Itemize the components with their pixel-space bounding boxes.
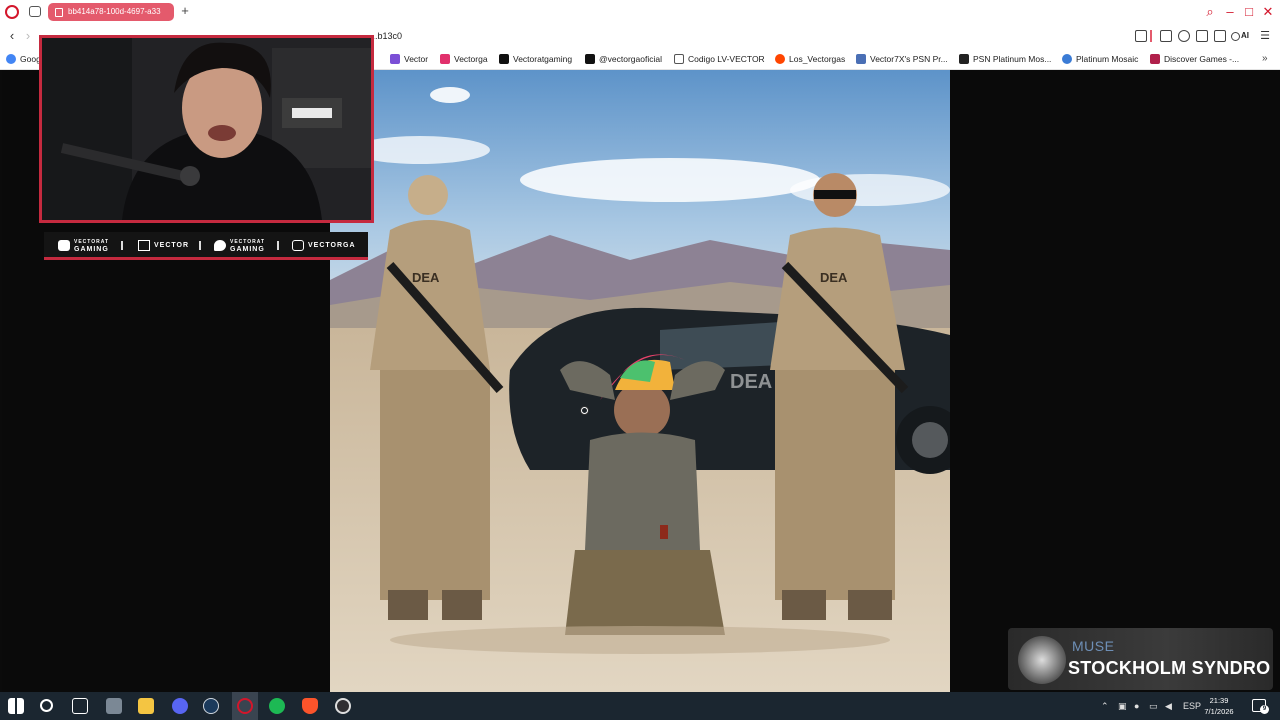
now-playing-artist: MUSE bbox=[1072, 638, 1115, 654]
brave-icon[interactable] bbox=[302, 698, 318, 714]
discord-icon[interactable] bbox=[172, 698, 188, 714]
desert-arrest-photo: DEA DEA DEA bbox=[330, 70, 950, 692]
tiktok-icon bbox=[585, 54, 595, 64]
viewed-image[interactable]: DEA DEA DEA bbox=[330, 70, 950, 692]
social-separator bbox=[199, 241, 201, 250]
tray-overflow-icon[interactable]: ⌃ bbox=[1101, 700, 1109, 712]
windows-taskbar: ⌃ ▣ ● ▭ ◀ ESP 21:39 7/1/2026 9 bbox=[0, 692, 1280, 720]
social-twitter: VECTORAT GAMING bbox=[214, 238, 265, 254]
reddit-icon bbox=[775, 54, 785, 64]
games-icon bbox=[1150, 54, 1160, 64]
search-tabs-icon[interactable]: ⌕ bbox=[1202, 3, 1218, 21]
bookmark-psn-profile[interactable]: Vector7X's PSN Pr... bbox=[856, 52, 948, 66]
viewer-right-margin bbox=[950, 70, 1280, 692]
clock-date: 7/1/2026 bbox=[1204, 707, 1234, 716]
screenshot-icon[interactable] bbox=[1135, 30, 1147, 42]
psn-icon bbox=[856, 54, 866, 64]
social-separator bbox=[121, 241, 123, 250]
steam-icon[interactable] bbox=[203, 698, 219, 714]
youtube-icon bbox=[58, 240, 70, 251]
bookmarks-overflow-icon[interactable]: » bbox=[1262, 52, 1268, 66]
webcam-overlay bbox=[39, 35, 374, 223]
microphone-icon[interactable]: ● bbox=[1134, 700, 1139, 712]
toolbar-divider bbox=[1150, 30, 1152, 42]
bookmark-google[interactable]: Goog bbox=[6, 52, 41, 66]
x-icon bbox=[499, 54, 509, 64]
active-tab[interactable]: bb414a78-100d-4697-a33 bbox=[48, 3, 174, 21]
streamer-webcam-feed bbox=[42, 38, 371, 220]
bookmark-psn-mosaic[interactable]: PSN Platinum Mos... bbox=[959, 52, 1051, 66]
svg-text:DEA: DEA bbox=[412, 270, 440, 285]
diamond-icon bbox=[1062, 54, 1072, 64]
minimize-button[interactable]: – bbox=[1222, 3, 1238, 21]
svg-text:DEA: DEA bbox=[730, 371, 772, 393]
mouse-cursor bbox=[581, 407, 588, 414]
obs-icon[interactable] bbox=[335, 698, 351, 714]
bookmark-tiktok[interactable]: @vectorgaoficial bbox=[585, 52, 662, 66]
album-art bbox=[1018, 636, 1066, 684]
network-icon[interactable]: ▭ bbox=[1149, 700, 1158, 712]
bookmark-reddit[interactable]: Los_Vectorgas bbox=[775, 52, 845, 66]
volume-icon[interactable]: ◀ bbox=[1165, 700, 1172, 712]
opera-menu-icon[interactable] bbox=[5, 5, 19, 19]
start-icon[interactable] bbox=[8, 698, 24, 714]
svg-text:DEA: DEA bbox=[820, 270, 848, 285]
twitter-icon bbox=[214, 240, 226, 251]
google-icon bbox=[6, 54, 16, 64]
extensions-cube-icon[interactable] bbox=[1178, 30, 1190, 42]
social-links-bar: VECTORAT GAMING VECTOR VECTORAT GAMING V… bbox=[44, 232, 368, 260]
notification-badge: 9 bbox=[1260, 705, 1269, 714]
close-button[interactable]: ✕ bbox=[1260, 3, 1276, 21]
instagram-icon bbox=[440, 54, 450, 64]
spotify-icon[interactable] bbox=[269, 698, 285, 714]
psn-icon bbox=[959, 54, 969, 64]
social-instagram: VECTORGA bbox=[292, 238, 356, 254]
ai-button[interactable]: AI bbox=[1241, 29, 1249, 43]
heart-icon bbox=[390, 54, 400, 64]
tray-app-icon[interactable]: ▣ bbox=[1118, 700, 1127, 712]
new-tab-button[interactable]: + bbox=[178, 4, 192, 18]
tab-title: bb414a78-100d-4697-a33 bbox=[68, 7, 161, 16]
browser-tab-bar: bb414a78-100d-4697-a33 + ⌕ – □ ✕ bbox=[0, 0, 1280, 24]
clock-time: 21:39 bbox=[1209, 696, 1229, 705]
share-icon[interactable] bbox=[1196, 30, 1208, 42]
tab-manager-icon[interactable] bbox=[29, 6, 41, 17]
bookmark-discover-games[interactable]: Discover Games -... bbox=[1150, 52, 1239, 66]
now-playing-widget: MUSE STOCKHOLM SYNDRO bbox=[1008, 628, 1273, 690]
bookmark-platinum-mosaic[interactable]: Platinum Mosaic bbox=[1062, 52, 1138, 66]
bookmark-vector[interactable]: Vector bbox=[390, 52, 428, 66]
opera-icon[interactable] bbox=[237, 698, 253, 714]
back-button[interactable]: ‹ bbox=[4, 28, 20, 44]
system-clock[interactable]: 21:39 7/1/2026 bbox=[1198, 695, 1240, 717]
tab-favicon-icon bbox=[55, 8, 63, 17]
task-view-icon[interactable] bbox=[72, 698, 88, 714]
bookmark-codigo[interactable]: Codigo LV-VECTOR bbox=[674, 52, 765, 66]
download-icon[interactable] bbox=[1214, 30, 1226, 42]
extension-d-icon[interactable] bbox=[1160, 30, 1172, 42]
social-youtube: VECTORAT GAMING bbox=[58, 238, 109, 254]
search-icon[interactable] bbox=[40, 699, 53, 712]
folder-icon[interactable] bbox=[138, 698, 154, 714]
bookmark-icon bbox=[674, 54, 684, 64]
social-twitch: VECTOR bbox=[138, 238, 189, 254]
file-app-icon[interactable] bbox=[106, 698, 122, 714]
address-field[interactable]: ...b13c0 bbox=[370, 29, 402, 43]
aria-icon[interactable] bbox=[1231, 32, 1240, 41]
forward-button[interactable]: › bbox=[20, 28, 36, 44]
bookmark-vectoratgaming[interactable]: Vectoratgaming bbox=[499, 52, 572, 66]
now-playing-title: STOCKHOLM SYNDRO bbox=[1068, 658, 1271, 678]
bookmark-vectorga[interactable]: Vectorga bbox=[440, 52, 488, 66]
twitch-icon bbox=[138, 240, 150, 251]
social-separator bbox=[277, 241, 279, 250]
easy-setup-icon[interactable]: ☰ bbox=[1258, 29, 1272, 43]
instagram-icon bbox=[292, 240, 304, 251]
maximize-button[interactable]: □ bbox=[1241, 3, 1257, 21]
